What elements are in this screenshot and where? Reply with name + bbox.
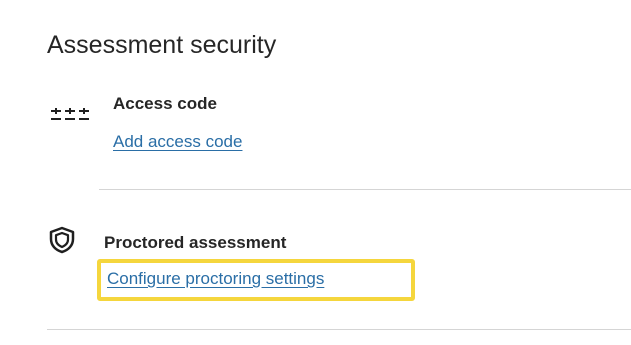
add-access-code-link[interactable]: Add access code <box>113 131 242 153</box>
bottom-divider <box>47 329 631 330</box>
section-divider <box>99 189 631 190</box>
asterisks-icon <box>51 108 89 120</box>
configure-proctoring-settings-link[interactable]: Configure proctoring settings <box>107 268 324 290</box>
assessment-security-panel: Assessment security Access code Add acce… <box>0 0 631 345</box>
access-code-title: Access code <box>113 94 217 113</box>
shield-icon <box>49 226 75 254</box>
proctored-assessment-title: Proctored assessment <box>104 233 287 252</box>
section-title: Assessment security <box>47 31 277 59</box>
proctoring-link-focus-outline: Configure proctoring settings <box>97 259 415 301</box>
